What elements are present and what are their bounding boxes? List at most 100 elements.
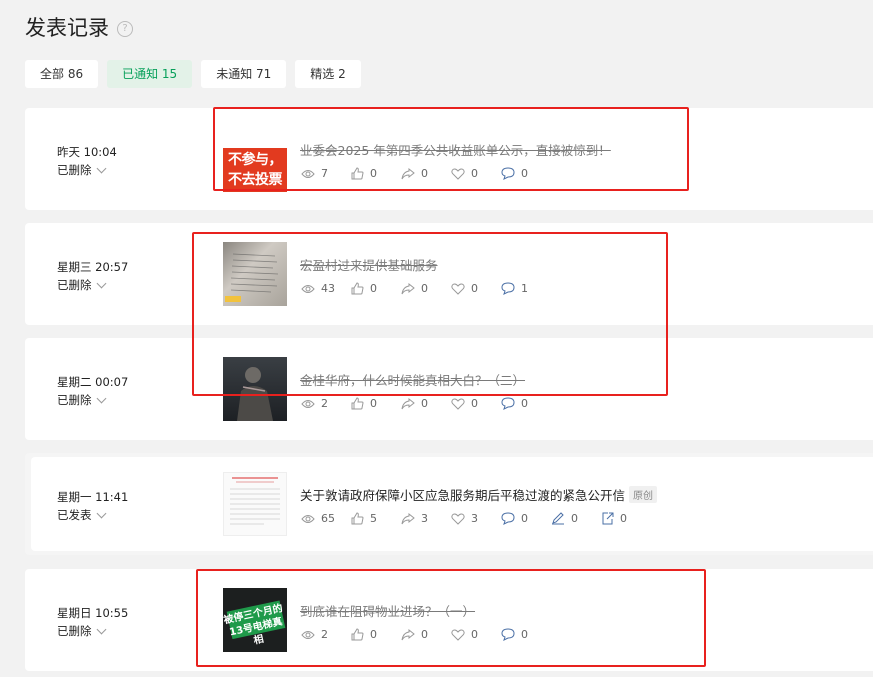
filter-tabs: 全部 86 已通知 15 未通知 71 精选 2 [25,60,361,88]
heart-icon [451,283,465,295]
eye-icon [301,514,315,523]
post-time: 星期一 11:41 [57,490,129,504]
post-title-text: 关于敦请政府保障小区应急服务期后平稳过渡的紧急公开信 [300,488,626,503]
comment-icon [501,167,515,180]
views-count: 43 [321,282,335,295]
post-time: 星期日 10:55 [57,606,129,620]
likes-count: 5 [370,512,377,525]
thumbs-up-icon [351,512,364,525]
shares-count: 0 [421,282,428,295]
eye-icon [301,169,315,178]
post-status[interactable]: 已删除 [57,392,106,408]
views-count: 2 [321,397,328,410]
post-title[interactable]: 到底谁在阻碍物业进场？（一） [300,601,475,620]
heart-icon [451,513,465,525]
person-photo-image [237,367,273,421]
post-time: 星期三 20:57 [57,260,129,274]
comments-count: 0 [521,628,528,641]
post-status[interactable]: 已删除 [57,162,106,178]
post-title[interactable]: 关于敦请政府保障小区应急服务期后平稳过渡的紧急公开信 原创 [300,485,658,504]
post-stats: 7 0 0 0 0 [301,167,551,180]
share-icon [401,282,415,294]
post-thumbnail[interactable] [223,357,287,421]
post-stats: 43 0 0 0 1 [301,282,551,295]
thumbnail-caption: 不参与， 不去投票 [223,148,287,192]
post-status[interactable]: 已发表 [57,507,106,523]
shares-count: 0 [421,397,428,410]
post-card[interactable]: 星期二 00:07 已删除 金桂华府，什么时候能真相大白？（二） 2 0 0 0… [25,338,873,440]
thumbs-up-icon [351,397,364,410]
tab-notified[interactable]: 已通知 15 [107,60,193,88]
post-card-inner [31,457,873,551]
post-card[interactable]: 星期一 11:41 已发表 关于敦请政府保障小区应急服务期后平稳过渡的紧急公开信… [25,453,873,555]
chevron-down-icon [96,163,106,174]
comments-count: 1 [521,282,528,295]
favs-count: 0 [471,397,478,410]
exports-count: 0 [620,512,627,525]
share-icon [401,167,415,179]
comment-icon [501,512,515,525]
export-icon [602,512,614,525]
post-card[interactable]: 星期三 20:57 已删除 宏盈村过来提供基础服务 43 0 0 0 1 [25,223,873,325]
chevron-down-icon [96,278,106,289]
post-status-label: 已删除 [57,393,92,407]
eye-icon [301,630,315,639]
post-stats: 2 0 0 0 0 [301,397,551,410]
chevron-down-icon [96,508,106,519]
comments-count: 0 [521,167,528,180]
comment-icon [501,628,515,641]
edits-count: 0 [571,512,578,525]
pen-icon [552,512,564,525]
document-photo-image [225,253,279,302]
eye-icon [301,399,315,408]
post-card[interactable]: 昨天 10:04 已删除 不参与， 不去投票 业委会2025 年第四季公共收益账… [25,108,873,210]
share-icon [401,628,415,640]
post-time: 昨天 10:04 [57,145,117,159]
likes-count: 0 [370,282,377,295]
favs-count: 0 [471,628,478,641]
eye-icon [301,284,315,293]
likes-count: 0 [370,628,377,641]
post-status-label: 已删除 [57,163,92,177]
post-card[interactable]: 星期日 10:55 已删除 被停三个月的 13号电梯真相 到底谁在阻碍物业进场？… [25,569,873,671]
help-icon[interactable]: ? [117,20,133,37]
shares-count: 0 [421,628,428,641]
post-status[interactable]: 已删除 [57,277,106,293]
post-time: 星期二 00:07 [57,375,129,389]
comment-icon [501,282,515,295]
post-title[interactable]: 金桂华府，什么时候能真相大白？（二） [300,370,525,389]
heart-icon [451,629,465,641]
chevron-down-icon [96,624,106,635]
post-thumbnail[interactable] [223,242,287,306]
post-thumbnail[interactable]: 不参与， 不去投票 [223,140,287,204]
letter-document-image [230,477,280,525]
tab-all[interactable]: 全部 86 [25,60,99,88]
likes-count: 0 [370,397,377,410]
thumbs-up-icon [351,628,364,641]
post-thumbnail[interactable] [223,472,287,536]
share-icon [401,397,415,409]
views-count: 7 [321,167,328,180]
post-title[interactable]: 宏盈村过来提供基础服务 [300,255,438,274]
share-icon [401,512,415,524]
page-title: 发表记录 ? [25,12,133,42]
favs-count: 0 [471,167,478,180]
views-count: 2 [321,628,328,641]
post-status-label: 已删除 [57,624,92,638]
comments-count: 0 [521,512,528,525]
original-badge: 原创 [629,486,658,503]
post-status-label: 已删除 [57,278,92,292]
post-stats: 2 0 0 0 0 [301,628,551,641]
post-thumbnail[interactable]: 被停三个月的 13号电梯真相 [223,588,287,652]
chevron-down-icon [96,393,106,404]
heart-icon [451,398,465,410]
post-status[interactable]: 已删除 [57,623,106,639]
likes-count: 0 [370,167,377,180]
heart-icon [451,168,465,180]
post-title[interactable]: 业委会2025 年第四季公共收益账单公示，直接被惊到！ [300,140,611,159]
views-count: 65 [321,512,335,525]
favs-count: 0 [471,282,478,295]
page-title-text: 发表记录 [25,16,109,40]
tab-not-notified[interactable]: 未通知 71 [201,60,287,88]
tab-featured[interactable]: 精选 2 [295,60,361,88]
